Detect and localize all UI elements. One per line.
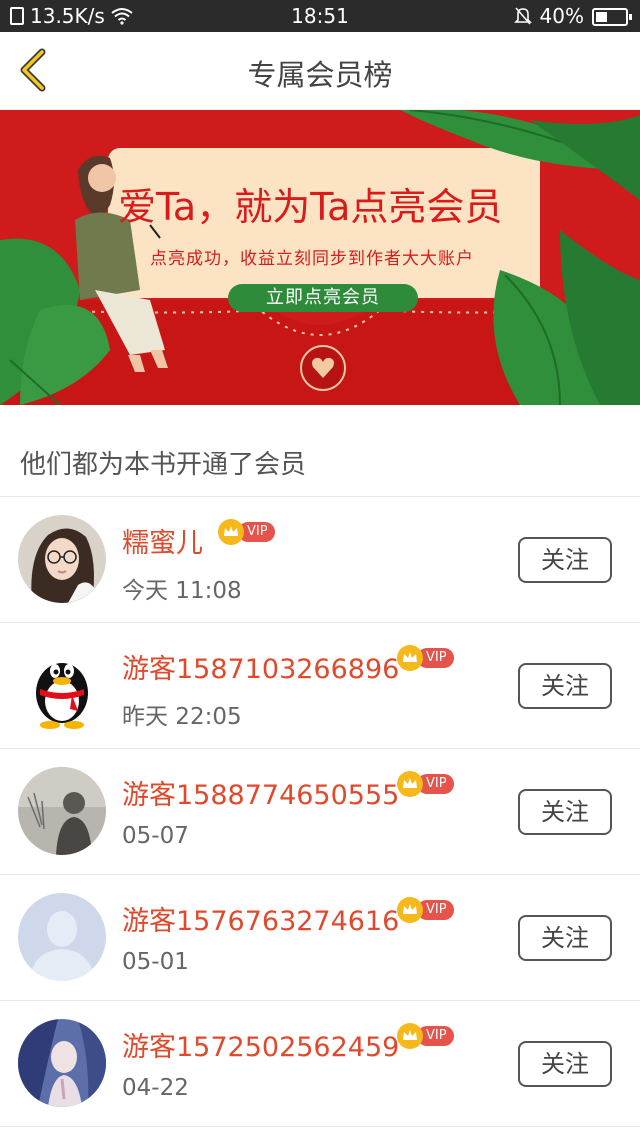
- status-right: 40%: [513, 4, 632, 28]
- follow-button[interactable]: 关注: [518, 789, 612, 835]
- member-time: 04-22: [122, 1075, 189, 1101]
- qq-penguin-icon: [18, 641, 106, 729]
- avatar[interactable]: [18, 515, 106, 603]
- avatar[interactable]: [18, 641, 106, 729]
- member-list: 糯蜜儿 VIP 今天 11:08 关注 游客1587103266896 VIP …: [0, 497, 640, 1127]
- crown-icon: [397, 771, 423, 797]
- vip-badge: VIP: [397, 645, 454, 671]
- light-up-membership-button[interactable]: 立即点亮会员: [228, 284, 418, 312]
- promo-banner[interactable]: 爱Ta，就为Ta点亮会员 点亮成功，收益立刻同步到作者大大账户 立即点亮会员: [0, 110, 640, 405]
- app-header: 专属会员榜: [0, 32, 640, 110]
- follow-button[interactable]: 关注: [518, 663, 612, 709]
- vip-badge: VIP: [397, 897, 454, 923]
- follow-button[interactable]: 关注: [518, 1041, 612, 1087]
- crown-icon: [397, 1023, 423, 1049]
- member-time: 05-07: [122, 823, 189, 849]
- crown-icon: [218, 519, 244, 545]
- member-name: 游客1576763274616: [122, 906, 400, 937]
- list-item[interactable]: 糯蜜儿 VIP 今天 11:08 关注: [0, 497, 640, 623]
- avatar[interactable]: [18, 1019, 106, 1107]
- crown-icon: [397, 897, 423, 923]
- vip-badge: VIP: [218, 519, 275, 545]
- section-title: 他们都为本书开通了会员: [20, 450, 307, 480]
- crown-icon: [397, 645, 423, 671]
- member-name: 游客1588774650555: [122, 780, 400, 811]
- chevron-left-icon: [20, 48, 46, 92]
- banner-subtitle: 点亮成功，收益立刻同步到作者大大账户: [150, 249, 474, 269]
- follow-button[interactable]: 关注: [518, 537, 612, 583]
- bell-muted-icon: [513, 7, 532, 25]
- vip-badge: VIP: [397, 771, 454, 797]
- member-time: 今天 11:08: [122, 578, 242, 604]
- default-user-icon: [18, 893, 106, 981]
- status-bar: 13.5K/s 18:51 40%: [0, 0, 640, 32]
- member-time: 昨天 22:05: [122, 704, 242, 730]
- member-time: 05-01: [122, 949, 189, 975]
- battery-fill: [596, 12, 607, 22]
- list-item[interactable]: 游客1576763274616 VIP 05-01 关注: [0, 875, 640, 1001]
- member-name: 游客1587103266896: [122, 654, 400, 685]
- banner-title: 爱Ta，就为Ta点亮会员: [118, 185, 503, 229]
- list-item[interactable]: 游客1587103266896 VIP 昨天 22:05 关注: [0, 623, 640, 749]
- vip-badge: VIP: [397, 1023, 454, 1049]
- page-title: 专属会员榜: [247, 58, 393, 92]
- member-name: 游客1572502562459: [122, 1032, 400, 1063]
- battery-icon: [592, 8, 632, 26]
- follow-button[interactable]: 关注: [518, 915, 612, 961]
- back-button[interactable]: [14, 48, 58, 92]
- list-item[interactable]: 游客1588774650555 VIP 05-07 关注: [0, 749, 640, 875]
- battery-percent: 40%: [539, 4, 584, 28]
- avatar[interactable]: [18, 767, 106, 855]
- list-item[interactable]: 游客1572502562459 VIP 04-22 关注: [0, 1001, 640, 1127]
- avatar[interactable]: [18, 893, 106, 981]
- member-name: 糯蜜儿: [122, 528, 203, 559]
